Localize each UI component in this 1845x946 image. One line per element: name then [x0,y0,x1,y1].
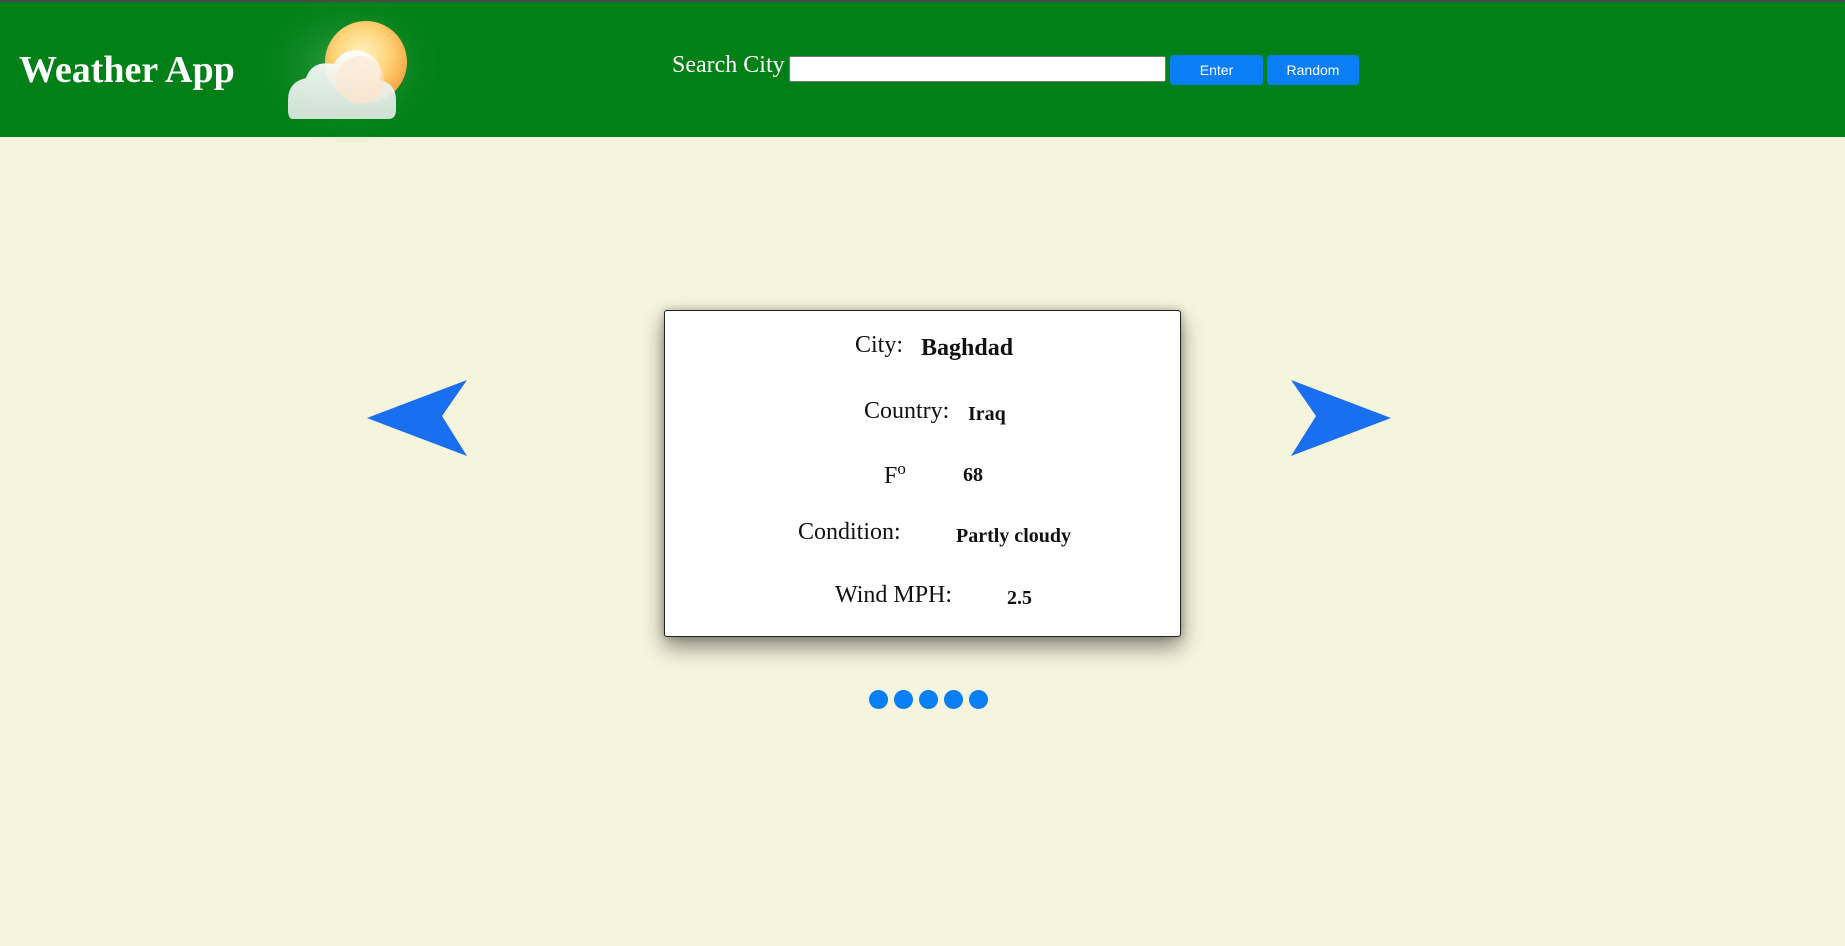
carousel-dot-3[interactable] [919,690,938,709]
temperature-label: Fo [884,459,906,490]
random-button[interactable]: Random [1267,55,1359,85]
weather-card: City: Baghdad Country: Iraq Fo 68 Condit… [664,310,1181,637]
arrow-left-icon[interactable] [367,378,467,458]
condition-label: Condition: [798,519,901,545]
carousel-dots [869,690,988,710]
country-label: Country: [864,398,950,424]
search-city-label: Search City [672,52,785,78]
carousel-dot-5[interactable] [969,690,988,709]
city-label: City: [855,332,904,358]
degree-symbol: o [897,459,906,478]
country-value: Iraq [968,403,1006,425]
temperature-unit: F [884,463,898,489]
sun-behind-cloud-icon [250,2,450,152]
temperature-value: 68 [963,464,983,486]
wind-mph-label: Wind MPH: [835,582,953,608]
app-title: Weather App [19,49,235,91]
search-city-input[interactable] [789,56,1166,82]
wind-mph-value: 2.5 [1007,587,1032,609]
enter-button[interactable]: Enter [1170,55,1263,85]
carousel-dot-1[interactable] [869,690,888,709]
carousel-dot-2[interactable] [894,690,913,709]
carousel-dot-4[interactable] [944,690,963,709]
app-header: Weather App Search City Enter Random [0,0,1845,152]
condition-value: Partly cloudy [956,525,1071,547]
city-value: Baghdad [921,335,1014,361]
arrow-right-icon[interactable] [1291,378,1391,458]
